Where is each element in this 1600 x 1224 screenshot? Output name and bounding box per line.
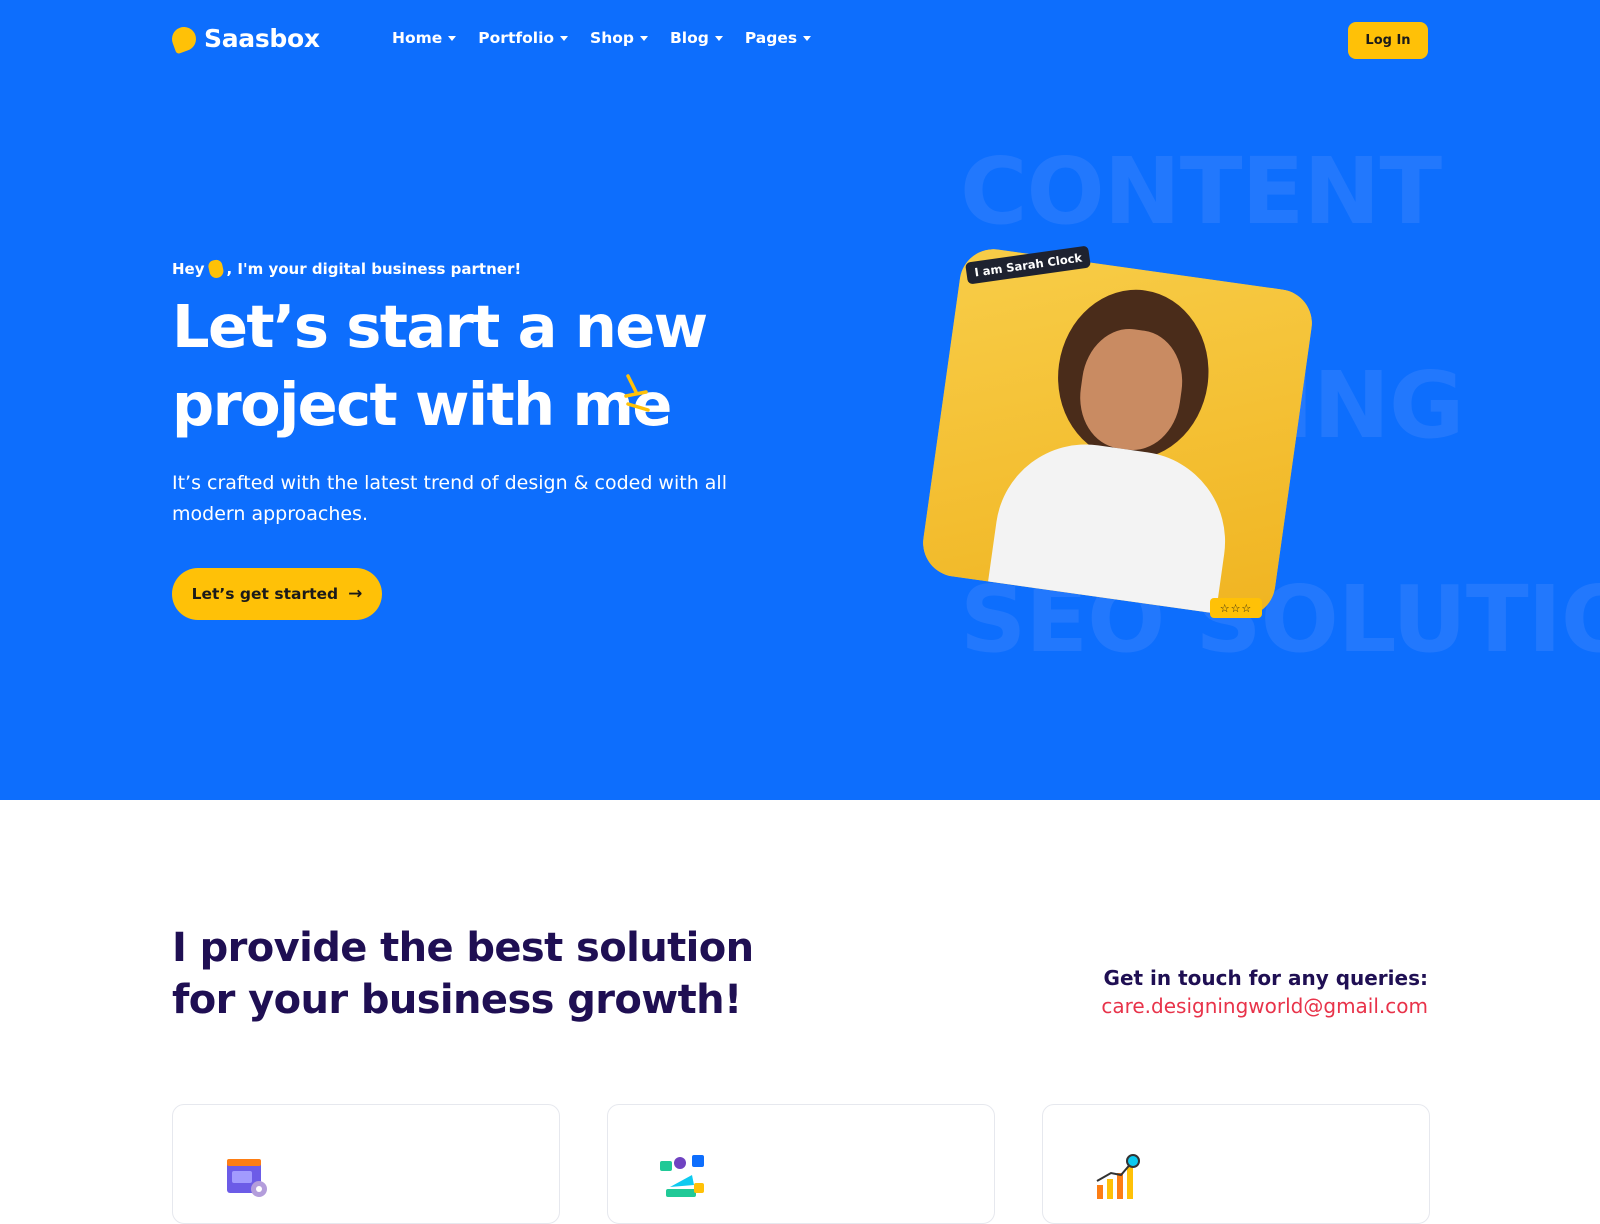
service-card[interactable] [607, 1104, 995, 1224]
kicker-greeting: Hey [172, 260, 205, 278]
nav-label: Pages [744, 29, 798, 47]
nav-item-portfolio[interactable]: Portfolio [478, 29, 569, 47]
hero-title: Let’s start a new project with me [172, 288, 792, 444]
sparkle-icon [624, 374, 650, 412]
hero-title-line-1: Let’s start a new [172, 292, 708, 361]
hero-description: It’s crafted with the latest trend of de… [172, 472, 727, 525]
brand-name: Saasbox [204, 24, 320, 53]
service-card[interactable] [172, 1104, 560, 1224]
kicker-text: , I'm your digital business partner! [226, 260, 522, 278]
logo-mark-icon [168, 23, 200, 54]
profile-photo [918, 244, 1317, 622]
social-marketing-icon [660, 1155, 704, 1197]
bg-word-content: CONTENT [960, 138, 1442, 245]
service-card[interactable] [1042, 1104, 1430, 1224]
login-button[interactable]: Log In [1348, 22, 1428, 59]
web-design-icon [227, 1159, 267, 1197]
chevron-down-icon [803, 36, 812, 41]
hero-title-line-2: project with me [172, 370, 672, 439]
growth-chart-icon [1096, 1154, 1140, 1199]
brand-logo[interactable]: Saasbox [168, 23, 320, 54]
rating-stars-badge: ☆☆☆ [1210, 598, 1262, 618]
chevron-down-icon [714, 36, 723, 41]
contact-email-link[interactable]: care.designingworld@gmail.com [1101, 994, 1428, 1018]
nav-label: Shop [590, 29, 634, 47]
contact-block: Get in touch for any queries: care.desig… [1101, 966, 1428, 1018]
main-nav: Home Portfolio Shop Blog Pages [392, 29, 812, 47]
chevron-down-icon [639, 36, 648, 41]
hero-kicker: Hey , I'm your digital business partner! [172, 258, 522, 280]
hand-wave-icon [206, 258, 225, 280]
nav-label: Blog [669, 29, 709, 47]
chevron-down-icon [560, 36, 569, 41]
get-started-button[interactable]: Let’s get started → [172, 568, 382, 620]
nav-label: Portfolio [478, 29, 555, 47]
hero-section: CONTENT TING SEO SOLUTION Saasbox Home P… [0, 0, 1600, 800]
chevron-down-icon [448, 36, 457, 41]
nav-item-blog[interactable]: Blog [670, 29, 723, 47]
contact-label: Get in touch for any queries: [1103, 966, 1428, 990]
nav-item-shop[interactable]: Shop [590, 29, 648, 47]
nav-item-pages[interactable]: Pages [744, 29, 812, 47]
arrow-right-icon: → [348, 584, 363, 604]
get-started-label: Let’s get started [191, 585, 339, 603]
nav-item-home[interactable]: Home [392, 29, 457, 47]
solutions-title: I provide the best solution for your bus… [172, 925, 754, 1023]
nav-label: Home [392, 29, 443, 47]
